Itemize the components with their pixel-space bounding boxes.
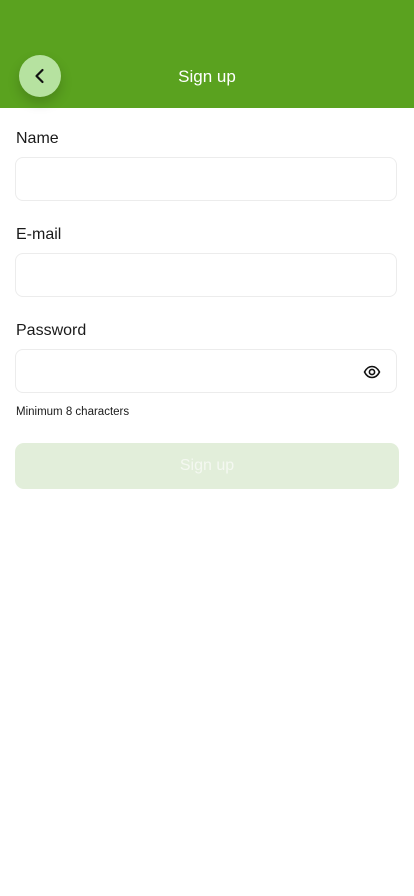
email-field-container xyxy=(15,253,397,297)
email-label: E-mail xyxy=(16,226,62,243)
app-header: Sign up xyxy=(0,0,414,108)
password-field-container xyxy=(15,349,397,393)
name-field[interactable] xyxy=(16,158,396,200)
name-label: Name xyxy=(16,130,59,147)
sign-up-button[interactable]: Sign up xyxy=(15,443,399,489)
password-label: Password xyxy=(16,322,87,339)
name-field-container xyxy=(15,157,397,201)
page-title: Sign up xyxy=(178,67,236,86)
password-hint: Minimum 8 characters xyxy=(16,406,130,418)
email-field[interactable] xyxy=(16,254,396,296)
password-field[interactable] xyxy=(16,350,396,392)
eye-icon[interactable] xyxy=(363,363,381,381)
